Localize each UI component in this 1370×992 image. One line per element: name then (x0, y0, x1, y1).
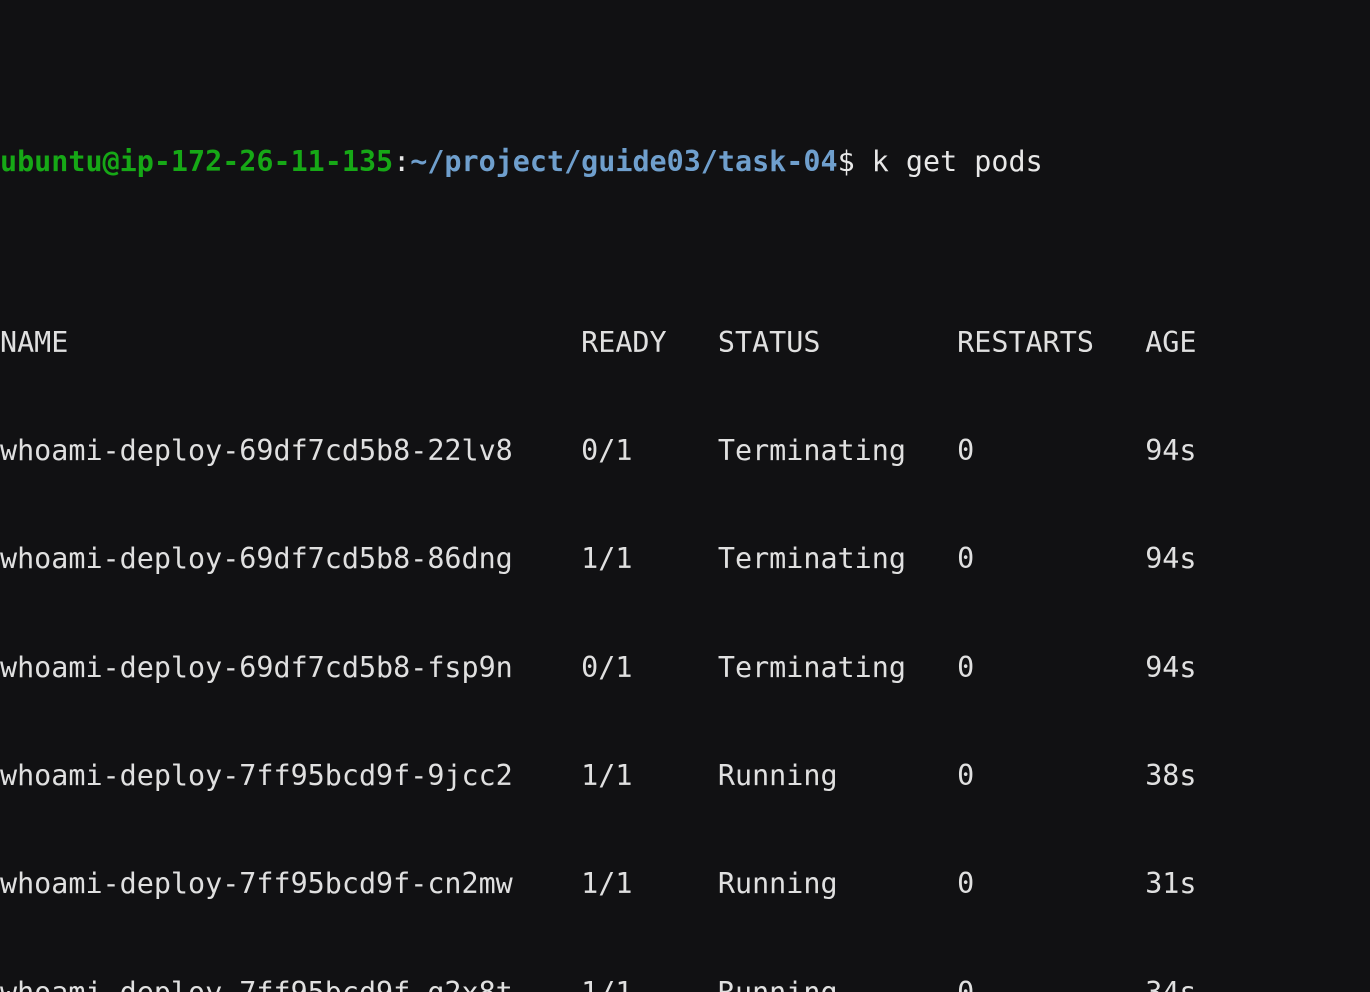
prompt-line-get-pods: ubuntu@ip-172-26-11-135:~/project/guide0… (0, 144, 1370, 180)
prompt-path: ~/project/guide03/task-04 (410, 145, 838, 179)
table-row: whoami-deploy-69df7cd5b8-22lv8 0/1 Termi… (0, 434, 1197, 468)
table-row: whoami-deploy-7ff95bcd9f-9jcc2 1/1 Runni… (0, 758, 1197, 792)
table-row: whoami-deploy-69df7cd5b8-86dng 1/1 Termi… (0, 542, 1197, 576)
prompt-user-host: ubuntu@ip-172-26-11-135 (0, 145, 394, 179)
command-get-pods: k get pods (871, 145, 1043, 179)
table-row: whoami-deploy-7ff95bcd9f-g2x8t 1/1 Runni… (0, 975, 1370, 992)
prompt-symbol: $ (837, 145, 855, 179)
pods-table-header: NAME READY STATUS RESTARTS AGE (0, 325, 1197, 359)
table-row: whoami-deploy-69df7cd5b8-fsp9n 0/1 Termi… (0, 650, 1197, 684)
terminal-screen[interactable]: ubuntu@ip-172-26-11-135:~/project/guide0… (0, 0, 1370, 992)
prompt-separator: : (393, 145, 411, 179)
table-row: whoami-deploy-7ff95bcd9f-cn2mw 1/1 Runni… (0, 867, 1197, 901)
